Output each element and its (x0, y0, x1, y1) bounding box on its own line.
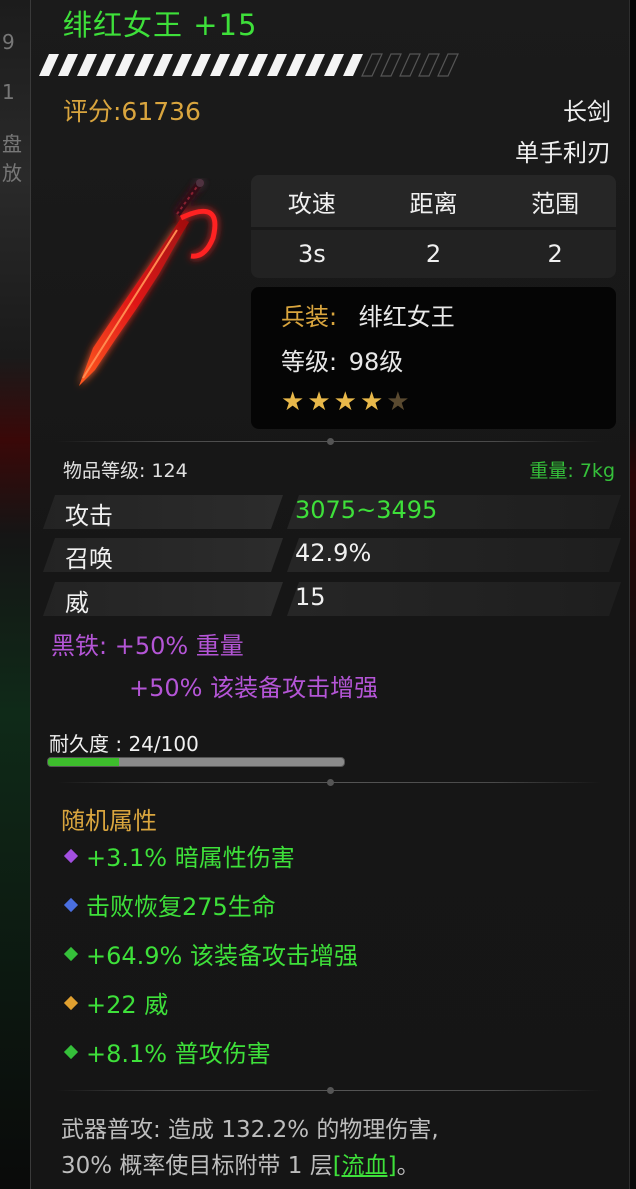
material-line-1: 黑铁: +50% 重量 (51, 632, 244, 660)
soldier-info-box: 兵装: 绯红女王 等级: 98级 ★ ★ ★ ★ ★ (251, 287, 616, 429)
attribute-row: 攻击 3075~3495 (43, 495, 621, 530)
enhance-stripe-filled (324, 54, 344, 76)
star-filled-icon: ★ (307, 387, 331, 417)
enhance-stripe-filled (305, 54, 325, 76)
background-text-fragment: 9 (2, 30, 15, 54)
enhance-stripe-filled (172, 54, 192, 76)
background-left-scene: 9 1 盘放 (0, 0, 30, 1189)
stats-header-row: 攻速 距离 范围 (251, 175, 616, 227)
attribute-label: 攻击 (65, 502, 113, 530)
enhance-stripe-filled (115, 54, 135, 76)
random-attribute-item: +3.1% 暗属性伤害 (61, 838, 295, 873)
stat-value-attack-speed: 3s (297, 240, 326, 268)
random-attribute-text: +8.1% 普攻伤害 (86, 1040, 271, 1068)
random-attribute-item: +8.1% 普攻伤害 (61, 1034, 271, 1069)
enhance-stripe-filled (153, 54, 173, 76)
enhance-stripe-empty (380, 53, 402, 77)
enhance-stripe-filled (229, 54, 249, 76)
enhance-stripe-filled (343, 54, 363, 76)
weapon-type: 长剑 (563, 98, 611, 126)
enhance-stripe-empty (437, 53, 459, 77)
random-attribute-text: +64.9% 该装备攻击增强 (86, 942, 358, 970)
enhance-stripe-filled (96, 54, 116, 76)
stat-value-range: 2 (547, 240, 563, 268)
star-filled-icon: ★ (281, 387, 305, 417)
description-line-1: 武器普攻: 造成 132.2% 的物理伤害, (61, 1117, 439, 1143)
enhance-stripe-empty (361, 53, 383, 77)
enhance-stripe-filled (286, 54, 306, 76)
weapon-description: 武器普攻: 造成 132.2% 的物理伤害, 30% 概率使目标附带 1 层[流… (61, 1112, 621, 1184)
item-score: 评分:61736 (63, 97, 201, 126)
gem-icon (63, 848, 79, 863)
background-text-fragment: 1 (2, 80, 15, 104)
enhance-progress-bar (39, 53, 459, 77)
enhance-stripe-filled (191, 54, 211, 76)
soldier-value: 绯红女王 (358, 303, 455, 331)
random-attribute-text: +3.1% 暗属性伤害 (86, 844, 295, 872)
attribute-row: 召唤 42.9% (43, 538, 621, 573)
enhance-stripe-filled (210, 54, 230, 76)
item-title: 绯红女王 +15 (63, 8, 258, 42)
weapon-class: 单手利刃 (515, 139, 611, 167)
enhance-stripe-empty (399, 53, 421, 77)
description-line-2-text: 30% 概率使目标附带 1 层 (61, 1153, 333, 1179)
item-tooltip-panel: 绯红女王 +15 评分:61736 长剑 单手利刃 攻速 距离 范围 3s 2 … (30, 0, 630, 1189)
enhance-stripe-filled (58, 54, 78, 76)
enhance-stripe-filled (248, 54, 268, 76)
material-line-2: +50% 该装备攻击增强 (129, 674, 379, 702)
item-level: 物品等级: 124 (63, 460, 188, 482)
enhance-stripe-filled (134, 54, 154, 76)
random-attribute-text: +22 威 (86, 991, 169, 1019)
enhance-stripe-filled (267, 54, 287, 76)
level-value: 98级 (348, 348, 404, 376)
star-rating: ★ ★ ★ ★ ★ (281, 387, 410, 417)
enhance-stripe-filled (77, 54, 97, 76)
stat-header-range: 范围 (531, 189, 580, 218)
random-attributes-title: 随机属性 (61, 807, 157, 835)
gem-icon (63, 995, 79, 1010)
weapon-sword-icon (79, 179, 218, 386)
description-line-2: 30% 概率使目标附带 1 层[流血]。 (61, 1148, 621, 1184)
durability-label: 耐久度 : 24/100 (49, 732, 199, 756)
star-filled-icon: ★ (333, 387, 357, 417)
soldier-label: 兵装: (281, 303, 338, 331)
random-attribute-text: 击败恢复275生命 (86, 893, 276, 921)
stat-value-distance: 2 (425, 240, 442, 268)
attribute-value: 42.9% (295, 539, 372, 567)
bleed-link[interactable]: [流血] (333, 1153, 397, 1179)
divider (57, 779, 602, 786)
stat-header-attack-speed: 攻速 (287, 189, 336, 218)
attribute-row: 威 15 (43, 582, 621, 617)
attribute-label: 威 (65, 589, 89, 617)
enhance-stripe-empty (418, 53, 440, 77)
divider (57, 438, 602, 445)
enhance-stripe-filled (39, 54, 59, 76)
soldier-line: 兵装: 绯红女王 (281, 297, 455, 332)
description-line-2-end: 。 (396, 1153, 420, 1179)
item-weight: 重量: 7kg (529, 460, 615, 482)
star-filled-icon: ★ (359, 387, 384, 417)
background-text-fragment: 盘放 (2, 132, 22, 185)
star-empty-icon: ★ (386, 387, 410, 417)
durability-bar (47, 757, 345, 767)
durability-fill (48, 758, 120, 766)
stats-values-row: 3s 2 2 (251, 230, 616, 278)
gem-icon (63, 1044, 79, 1059)
random-attribute-item: +64.9% 该装备攻击增强 (61, 936, 358, 971)
attribute-label: 召唤 (65, 545, 113, 573)
random-attribute-item: +22 威 (61, 985, 168, 1020)
divider (57, 1087, 602, 1094)
gem-icon (63, 946, 79, 961)
gem-icon (63, 897, 79, 912)
attribute-value: 15 (295, 583, 326, 611)
stat-header-distance: 距离 (409, 189, 458, 218)
level-label: 等级: (281, 348, 338, 376)
attribute-value: 3075~3495 (295, 496, 438, 524)
random-attribute-item: 击败恢复275生命 (61, 887, 276, 922)
level-line: 等级: 98级 (281, 342, 403, 377)
